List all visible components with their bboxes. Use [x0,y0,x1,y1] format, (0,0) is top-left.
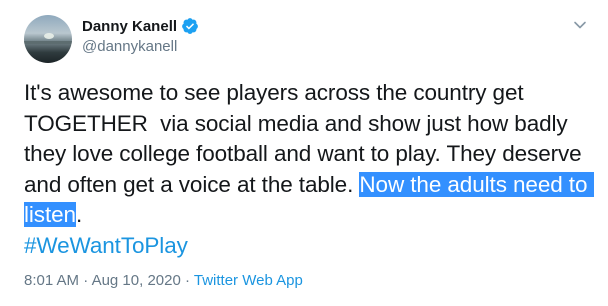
hashtag-link[interactable]: #WeWantToPlay [24,233,188,258]
author-name-row[interactable]: Danny Kanell [82,17,199,35]
tweet-date[interactable]: Aug 10, 2020 [92,272,181,289]
chevron-down-icon[interactable] [573,18,587,32]
meta-separator: · [79,272,92,289]
avatar[interactable] [24,15,72,63]
avatar-sun [44,33,54,39]
source-app-link[interactable]: Twitter Web App [194,272,303,289]
verified-badge-icon [182,18,198,34]
display-name[interactable]: Danny Kanell [82,18,177,35]
author-handle[interactable]: @dannykanell [82,38,177,55]
tweet-text: It's awesome to see players across the c… [24,78,594,261]
meta-separator: · [180,272,194,289]
tweet-time[interactable]: 8:01 AM [24,272,79,289]
tweet-text-end: . [75,202,83,227]
avatar-horizon [24,41,72,44]
tweet-meta: 8:01 AM · Aug 10, 2020 · Twitter Web App [24,272,303,289]
